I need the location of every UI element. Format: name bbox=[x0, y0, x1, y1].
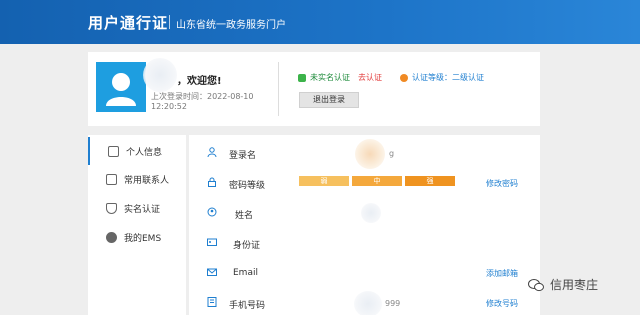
strength-medium: 中 bbox=[352, 176, 402, 186]
row-login-name: 登录名 g bbox=[189, 137, 540, 169]
sidebar: 个人信息 常用联系人 实名认证 我的EMS bbox=[88, 135, 186, 315]
logout-button[interactable]: 退出登录 bbox=[299, 92, 359, 108]
card-divider bbox=[278, 62, 279, 116]
last-login-date: 上次登录时间：2022-08-10 bbox=[151, 92, 254, 101]
password-strength-bar: 弱 中 强 bbox=[299, 176, 455, 186]
portal-name: 山东省统一政务服务门户 bbox=[176, 20, 286, 31]
shield-icon bbox=[106, 202, 117, 214]
phone-value: 999 bbox=[385, 299, 401, 308]
verify-link[interactable]: 去认证 bbox=[358, 72, 382, 83]
level-text: 认证等级：二级认证 bbox=[412, 73, 484, 82]
sidebar-item-label: 个人信息 bbox=[126, 147, 163, 158]
user-icon bbox=[207, 147, 217, 157]
masked-login-name bbox=[355, 139, 385, 169]
contacts-icon bbox=[106, 173, 117, 185]
row-phone: 手机号码 999 修改号码 bbox=[189, 287, 540, 315]
masked-phone bbox=[354, 291, 382, 315]
watermark: 信用枣庄 bbox=[528, 276, 598, 293]
profile-panel: 登录名 g 密码等级 修改密码 姓名 身份证 Email 添加邮箱 手机号码 9… bbox=[189, 135, 540, 315]
sidebar-item-ems[interactable]: 我的EMS bbox=[88, 223, 186, 251]
top-header: 用户通行证 山东省统一政务服务门户 bbox=[0, 0, 640, 44]
phone-label: 手机号码 bbox=[229, 301, 266, 311]
last-login: 上次登录时间：2022-08-10 12:20:52 bbox=[151, 92, 254, 112]
sidebar-item-personal-info[interactable]: 个人信息 bbox=[88, 137, 186, 165]
verify-status-bar: 未实名认证 去认证 认证等级：二级认证 bbox=[298, 72, 484, 83]
login-name-label: 登录名 bbox=[229, 151, 257, 161]
watermark-text: 信用枣庄 bbox=[550, 278, 599, 292]
password-level-label: 密码等级 bbox=[229, 181, 266, 191]
sidebar-item-contacts[interactable]: 常用联系人 bbox=[88, 165, 186, 193]
name-label: 姓名 bbox=[235, 211, 254, 221]
verify-status-icon bbox=[298, 73, 306, 82]
strength-strong: 强 bbox=[405, 176, 455, 186]
strength-weak: 弱 bbox=[299, 176, 349, 186]
change-password-link[interactable]: 修改密码 bbox=[486, 178, 518, 189]
id-card-icon bbox=[108, 145, 119, 157]
lock-icon bbox=[208, 177, 216, 187]
app-title: 用户通行证 bbox=[88, 14, 169, 32]
title-divider bbox=[169, 15, 170, 29]
verify-status-text: 未实名认证 bbox=[310, 73, 350, 82]
sidebar-item-label: 实名认证 bbox=[124, 204, 161, 215]
row-id-card: 身份证 bbox=[189, 227, 540, 257]
user-card: ，欢迎您! 上次登录时间：2022-08-10 12:20:52 未实名认证 去… bbox=[88, 52, 540, 126]
ems-icon bbox=[106, 231, 117, 243]
avatar bbox=[96, 62, 146, 112]
wechat-icon bbox=[528, 278, 544, 291]
change-phone-link[interactable]: 修改号码 bbox=[486, 298, 518, 309]
add-email-link[interactable]: 添加邮箱 bbox=[486, 268, 518, 279]
sidebar-item-verification[interactable]: 实名认证 bbox=[88, 194, 186, 222]
id-card-label: 身份证 bbox=[233, 241, 261, 251]
id-card-icon bbox=[207, 238, 217, 246]
name-icon bbox=[207, 207, 217, 217]
masked-username bbox=[143, 58, 177, 92]
sidebar-item-label: 我的EMS bbox=[124, 233, 162, 244]
email-label: Email bbox=[233, 268, 258, 278]
last-login-time: 12:20:52 bbox=[151, 102, 187, 111]
user-silhouette-icon bbox=[106, 73, 136, 106]
sidebar-item-label: 常用联系人 bbox=[124, 175, 170, 186]
email-icon bbox=[207, 268, 217, 276]
phone-icon bbox=[207, 297, 217, 307]
welcome-text: ，欢迎您! bbox=[177, 76, 222, 87]
row-email: Email 添加邮箱 bbox=[189, 257, 540, 287]
login-name-value: g bbox=[389, 149, 395, 158]
row-name: 姓名 bbox=[189, 197, 540, 227]
level-icon bbox=[400, 73, 408, 82]
masked-name bbox=[361, 203, 381, 223]
